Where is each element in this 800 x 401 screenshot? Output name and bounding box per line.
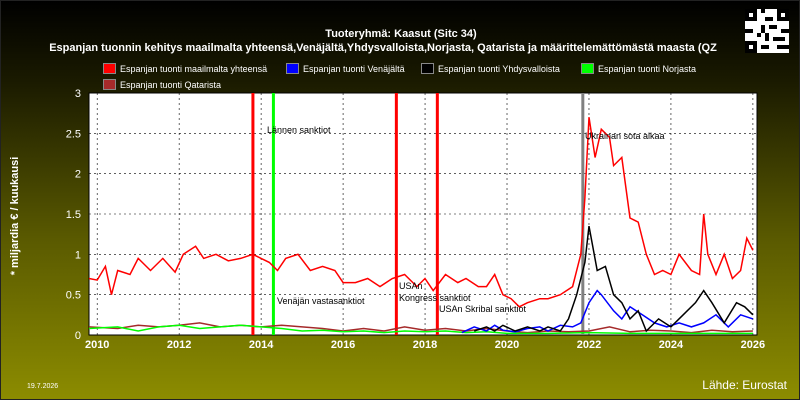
y-tick-label: 1 [75,249,81,261]
x-tick-label: 2014 [249,339,274,351]
y-tick-label: 0 [75,330,81,342]
event-annotation: Venäjän vastasanktiot [277,296,365,306]
event-annotation: Kongress sanktiot [399,293,471,303]
line-chart: 0 0.5 1 1.5 2 2.5 3 2010 2012 2014 2016 2018 2020 202… [66,88,765,351]
x-tick-label: 2012 [167,339,191,351]
event-annotation: Ukrainan sota alkaa [585,131,665,141]
x-tick-label: 2020 [495,339,519,351]
x-tick-label: 2010 [85,339,109,351]
report-date: 19.7.2026 [27,383,59,390]
y-tick-label: 2.5 [66,128,81,140]
event-annotation: USAn Skribal sanktiot [439,304,527,314]
x-tick-label: 2018 [413,339,437,351]
x-tick-label: 2016 [331,339,355,351]
source-label: Lähde: Eurostat [702,378,787,392]
x-tick-label: 2022 [577,339,601,351]
y-tick-label: 0.5 [66,290,81,302]
x-tick-label: 2024 [659,339,684,351]
y-tick-label: 3 [75,88,81,100]
y-tick-label: 2 [75,169,81,181]
event-annotation: USAn [399,281,423,291]
x-tick-label: 2026 [741,339,765,351]
y-tick-label: 1.5 [66,209,81,221]
chart-frame: Tuoteryhmä: Kaasut (Sitc 34) Espanjan tu… [0,0,800,400]
event-annotation: Lännen sanktiot [267,125,331,135]
